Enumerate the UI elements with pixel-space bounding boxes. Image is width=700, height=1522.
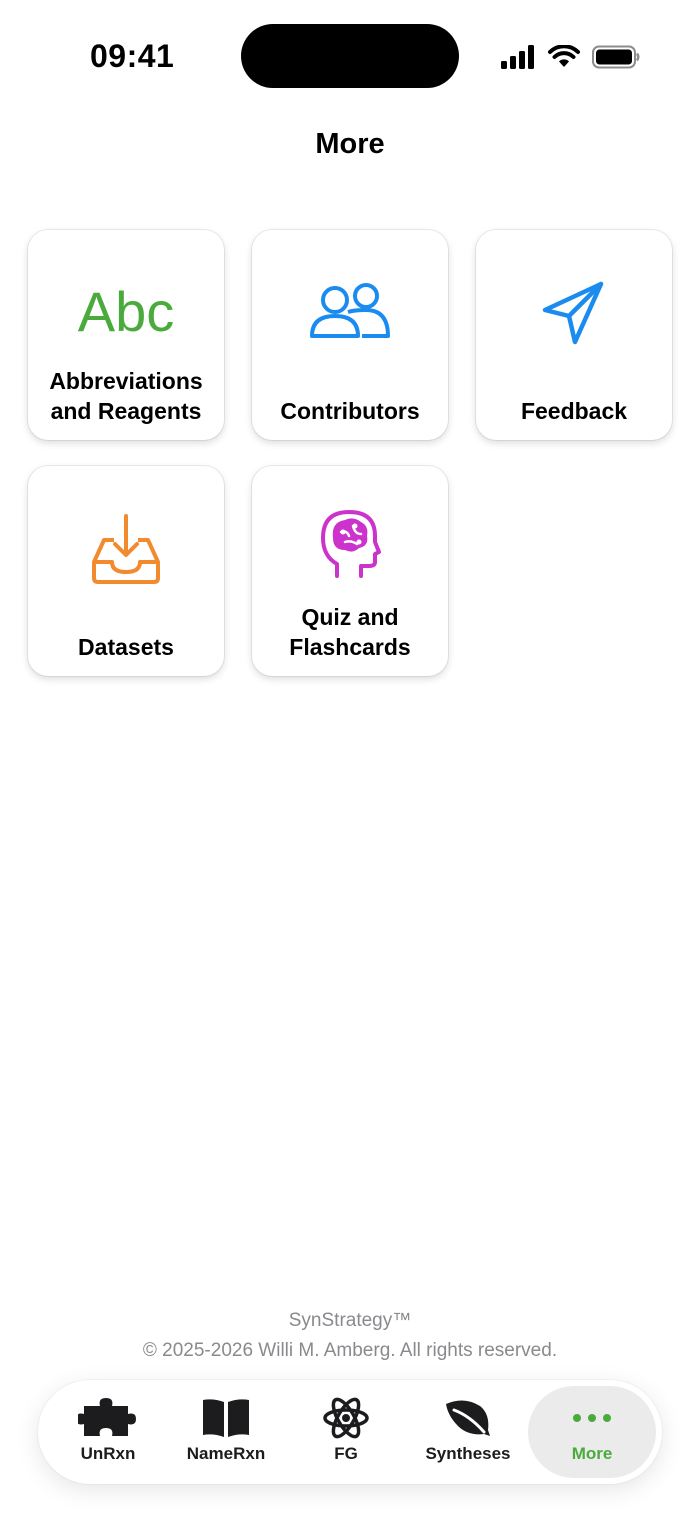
tab-syntheses[interactable]: Syntheses — [406, 1380, 530, 1484]
status-bar: 09:41 — [0, 0, 700, 110]
puzzle-icon — [78, 1398, 136, 1436]
cellular-signal-icon — [501, 45, 534, 69]
wifi-icon — [548, 45, 580, 67]
atom-icon — [323, 1397, 369, 1439]
brain-head-icon — [321, 510, 381, 578]
tile-label: Feedback — [520, 398, 628, 424]
tile-quiz-and-flashcards[interactable]: Quiz and Flashcards — [252, 466, 448, 676]
tile-datasets[interactable]: Datasets — [28, 466, 224, 676]
tab-bar: UnRxn NameRxn FG Syntheses More — [38, 1380, 662, 1484]
tile-contributors[interactable]: Contributors — [252, 230, 448, 440]
tab-more[interactable]: More — [530, 1380, 654, 1484]
tab-label: More — [571, 1444, 613, 1463]
tab-label: FG — [334, 1444, 358, 1463]
tile-label: Quiz and Flashcards — [289, 604, 411, 660]
tile-abbreviations-and-reagents[interactable]: Abc Abbreviations and Reagents — [28, 230, 224, 440]
paper-plane-icon — [542, 281, 604, 345]
status-icons — [500, 40, 640, 74]
tab-label: UnRxn — [80, 1444, 136, 1463]
tile-label: Abbreviations and Reagents — [49, 368, 203, 424]
tab-fg[interactable]: FG — [284, 1380, 408, 1484]
tab-label: NameRxn — [186, 1444, 266, 1463]
footer-copyright: © 2025-2026 Willi M. Amberg. All rights … — [142, 1340, 558, 1361]
tab-unrxn[interactable]: UnRxn — [46, 1380, 170, 1484]
page-title: More — [315, 128, 385, 160]
tray-download-icon — [92, 514, 160, 584]
people-icon — [310, 283, 390, 338]
battery-icon — [592, 45, 640, 69]
status-time: 09:41 — [90, 38, 175, 74]
tile-feedback[interactable]: Feedback — [476, 230, 672, 440]
footer-app-name: SynStrategy™ — [288, 1310, 412, 1331]
book-icon — [203, 1399, 249, 1437]
tile-label: Contributors — [280, 398, 420, 424]
tab-namerxn[interactable]: NameRxn — [164, 1380, 288, 1484]
dynamic-island — [241, 24, 459, 88]
abc-icon: Abc — [77, 280, 175, 343]
leaf-icon — [446, 1400, 490, 1436]
tab-label: Syntheses — [425, 1444, 511, 1463]
ellipsis-icon — [573, 1414, 611, 1422]
tile-label: Datasets — [78, 634, 174, 660]
